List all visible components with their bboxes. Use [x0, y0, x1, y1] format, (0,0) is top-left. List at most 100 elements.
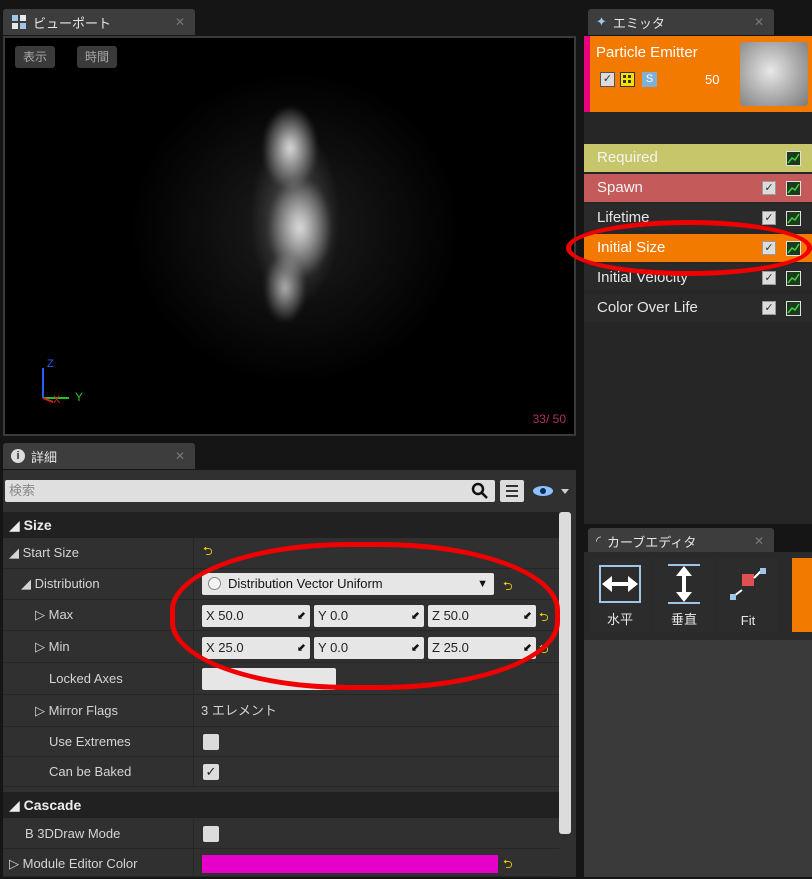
curve-graph-icon[interactable] [786, 301, 801, 316]
close-icon[interactable]: ✕ [754, 15, 764, 29]
module-enable-checkbox[interactable]: ✓ [762, 241, 776, 255]
module-editor-color-label[interactable]: ▷ Module Editor Color [9, 849, 138, 879]
reset-to-default-icon[interactable]: ⮌ [503, 855, 513, 876]
solo-button[interactable]: S [642, 72, 657, 87]
module-label: Spawn [597, 179, 643, 196]
info-icon: i [11, 449, 25, 463]
expand-arrow-icon[interactable]: ⬋ [297, 637, 306, 659]
module-editor-color-swatch[interactable] [202, 855, 498, 873]
close-icon[interactable]: ✕ [175, 15, 185, 29]
curve-editor-panel[interactable]: 水平 垂直 Fit [584, 552, 812, 877]
tab-viewport[interactable]: ビューポート ✕ [3, 9, 195, 35]
locked-axes-dropdown[interactable] [202, 668, 336, 690]
max-label[interactable]: ▷ Max [35, 600, 73, 630]
column-separator [193, 632, 194, 662]
min-z-field[interactable]: Z 25.0 ⬋ [428, 637, 536, 659]
viewport-panel[interactable]: 表示 時間 Z X Y 33/ 50 [3, 36, 576, 436]
can-be-baked-checkbox[interactable]: ✓ [203, 764, 219, 780]
column-separator [193, 538, 194, 568]
min-z-axis: Z [432, 640, 440, 655]
start-size-text: Start Size [22, 545, 79, 560]
module-spawn[interactable]: Spawn ✓ [584, 174, 812, 202]
close-icon[interactable]: ✕ [754, 534, 764, 548]
time-button[interactable]: 時間 [77, 46, 118, 68]
category-size[interactable]: ◢ Size [3, 512, 559, 538]
module-editor-color-text: Module Editor Color [22, 856, 138, 871]
render-mode-icon[interactable] [620, 72, 635, 87]
module-enable-checkbox[interactable]: ✓ [762, 211, 776, 225]
emitter-panel[interactable]: Particle Emitter ✓ S 50 Required Spawn ✓… [584, 36, 812, 524]
close-icon[interactable]: ✕ [175, 449, 185, 463]
mirror-flags-label[interactable]: ▷ Mirror Flags [35, 696, 118, 726]
fit-button[interactable]: Fit [718, 558, 778, 632]
tab-details[interactable]: i 詳細 ✕ [3, 443, 195, 469]
locked-axes-label: Locked Axes [49, 671, 123, 686]
eye-icon[interactable] [531, 482, 571, 502]
distribution-dropdown[interactable]: Distribution Vector Uniform ▼ [202, 573, 494, 595]
min-x-axis: X [206, 640, 215, 655]
curve-graph-icon[interactable] [786, 181, 801, 196]
curve-graph-icon[interactable] [786, 151, 801, 166]
enable-checkbox[interactable]: ✓ [600, 72, 615, 87]
curve-graph-icon[interactable] [786, 271, 801, 286]
distribution-label[interactable]: ◢ Distribution [21, 569, 100, 599]
tab-viewport-label: ビューポート [33, 15, 112, 31]
min-label[interactable]: ▷ Min [35, 632, 70, 662]
fit-icon [730, 568, 766, 600]
min-x-field[interactable]: X 25.0 ⬋ [202, 637, 310, 659]
tab-details-label: 詳細 [31, 449, 58, 465]
max-y-value: 0.0 [330, 608, 349, 623]
prop-can-be-baked: Can be Baked ✓ [3, 757, 559, 787]
module-enable-checkbox[interactable]: ✓ [762, 301, 776, 315]
module-required[interactable]: Required [584, 144, 812, 172]
max-y-axis: Y [318, 608, 327, 623]
b3d-draw-mode-checkbox[interactable] [203, 826, 219, 842]
curve-graph-icon[interactable] [786, 241, 801, 256]
module-lifetime[interactable]: Lifetime ✓ [584, 204, 812, 230]
module-enable-checkbox[interactable]: ✓ [762, 271, 776, 285]
reset-to-default-icon[interactable]: ⮌ [539, 640, 549, 661]
min-y-axis: Y [318, 640, 327, 655]
reset-to-default-icon[interactable]: ⮌ [539, 608, 549, 629]
max-z-axis: Z [432, 608, 440, 623]
tab-emitter[interactable]: ✦ エミッタ ✕ [588, 9, 774, 35]
column-separator [193, 664, 194, 694]
tab-curve-editor[interactable]: ◜ カーブエディタ ✕ [588, 528, 774, 554]
search-icon[interactable] [471, 482, 489, 500]
module-initial-velocity[interactable]: Initial Velocity ✓ [584, 264, 812, 290]
max-y-field[interactable]: Y 0.0 ⬋ [314, 605, 424, 627]
details-scrollbar[interactable] [559, 512, 571, 834]
module-color-over-life[interactable]: Color Over Life ✓ [584, 294, 812, 322]
min-y-field[interactable]: Y 0.0 ⬋ [314, 637, 424, 659]
min-z-value: 25.0 [443, 640, 469, 655]
category-cascade[interactable]: ◢ Cascade [3, 792, 559, 818]
reset-to-default-icon[interactable]: ⮌ [203, 542, 213, 563]
particle-emitter-card[interactable]: Particle Emitter ✓ S 50 [584, 36, 812, 112]
expand-arrow-icon[interactable]: ⬋ [523, 605, 532, 627]
list-view-icon[interactable] [500, 480, 524, 502]
emitter-particle-count: 50 [705, 72, 720, 87]
mirror-flags-text: Mirror Flags [48, 703, 118, 718]
fit-vertical-button[interactable]: 垂直 [654, 558, 714, 632]
expand-arrow-icon[interactable]: ⬋ [411, 605, 420, 627]
curve-graph-icon[interactable] [786, 211, 801, 226]
max-z-field[interactable]: Z 50.0 ⬋ [428, 605, 536, 627]
show-button[interactable]: 表示 [15, 46, 56, 68]
max-x-field[interactable]: X 50.0 ⬋ [202, 605, 310, 627]
details-panel[interactable]: 検索 ◢ Size ◢ Start Size ⮌ ◢ Distribution … [3, 470, 576, 877]
emitter-name: Particle Emitter [596, 44, 698, 61]
start-size-label[interactable]: ◢ Start Size [9, 538, 79, 568]
module-enable-checkbox[interactable]: ✓ [762, 181, 776, 195]
search-input[interactable]: 検索 [5, 480, 495, 502]
reset-to-default-icon[interactable]: ⮌ [503, 577, 513, 598]
tool-label: 水平 [606, 612, 633, 627]
pan-mode-button[interactable] [792, 558, 812, 632]
use-extremes-label: Use Extremes [49, 734, 131, 749]
column-separator [193, 569, 194, 599]
fit-horizontal-button[interactable]: 水平 [590, 558, 650, 632]
expand-arrow-icon[interactable]: ⬋ [523, 637, 532, 659]
use-extremes-checkbox[interactable] [203, 734, 219, 750]
expand-arrow-icon[interactable]: ⬋ [411, 637, 420, 659]
module-initial-size[interactable]: Initial Size ✓ [584, 234, 812, 262]
expand-arrow-icon[interactable]: ⬋ [297, 605, 306, 627]
